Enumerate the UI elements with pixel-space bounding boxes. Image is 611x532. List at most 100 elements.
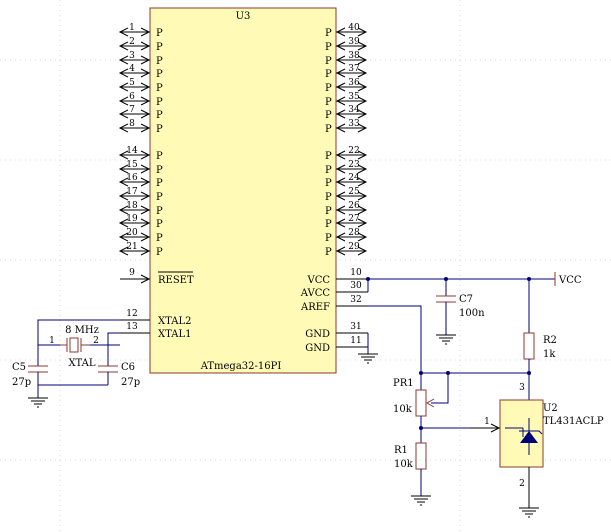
pin-left-number: 8 xyxy=(129,119,135,129)
pin-right-number: 25 xyxy=(348,187,360,197)
pin-right-number: 40 xyxy=(348,23,360,33)
pin-right-number: 28 xyxy=(348,228,360,238)
pin-left-number: 17 xyxy=(126,187,138,197)
vcc-port-label: VCC xyxy=(558,275,582,286)
pin-vcc-label: VCC xyxy=(306,275,330,286)
pin-left-port-label: P xyxy=(156,233,163,244)
r1-body[interactable] xyxy=(415,442,427,470)
pin-right-port-label: P xyxy=(325,219,332,230)
r1-designator: R1 xyxy=(394,445,408,456)
ic-u3[interactable]: U3 ATmega32-16PI 1 P 2 P 3 P 4 P 5 P 6 P 7 P 8 P 14 P 15 P 1… xyxy=(118,7,368,374)
crystal-body[interactable] xyxy=(69,337,79,353)
crystal-name: XTAL xyxy=(68,358,95,369)
pin-right-port-label: P xyxy=(325,28,332,39)
resistor-r1[interactable]: R1 10k xyxy=(394,428,431,506)
pin-xtal2-label: XTAL2 xyxy=(158,316,191,327)
pin-right-port-label: P xyxy=(325,192,332,203)
wire-xtal1 xyxy=(107,332,120,345)
ground-symbol-u2 xyxy=(519,507,539,518)
pin-left-port-label: P xyxy=(156,247,163,258)
ground-symbol-c7 xyxy=(436,334,456,345)
ic-u2[interactable]: 1 3 2 U2 TL431ACLP xyxy=(470,383,604,518)
pin-right-number: 29 xyxy=(348,242,360,252)
pin-aref-label: AREF xyxy=(300,302,330,313)
pin-left-port-label: P xyxy=(156,69,163,80)
c7-value: 100n xyxy=(459,308,485,319)
pin-left-port-label: P xyxy=(156,83,163,94)
r1-value: 10k xyxy=(394,459,414,470)
pin-left-number: 6 xyxy=(129,92,135,102)
pin-right-port-label: P xyxy=(325,110,332,121)
pin-left-number: 19 xyxy=(126,214,138,224)
pin-left-port-label: P xyxy=(156,28,163,39)
pin-right-port-label: P xyxy=(325,56,332,67)
ground-symbol-r1 xyxy=(411,495,431,506)
pin-xtal2-number: 12 xyxy=(126,309,137,319)
pin-right-number: 37 xyxy=(348,64,360,74)
potentiometer-pr1[interactable]: PR1 10k xyxy=(393,373,449,428)
pin-vcc-number: 10 xyxy=(350,268,362,278)
power-rail: VCC xyxy=(366,272,582,292)
ic-u3-part-name: ATmega32-16PI xyxy=(200,361,282,372)
ic-u3-designator: U3 xyxy=(236,11,251,22)
pin-reset-number: 9 xyxy=(129,268,135,278)
pin-left-number: 21 xyxy=(126,242,137,252)
pin-left-number: 18 xyxy=(126,201,138,211)
capacitor-c7[interactable]: C7 100n xyxy=(436,279,485,345)
crystal-pin1: 1 xyxy=(49,336,55,346)
pin-left-port-label: P xyxy=(156,110,163,121)
u2-part-name: TL431ACLP xyxy=(543,416,604,427)
pin-gnd1-number: 31 xyxy=(350,322,361,332)
pin-right-port-label: P xyxy=(325,233,332,244)
pin-avcc-label: AVCC xyxy=(300,288,331,299)
pin-left-number: 20 xyxy=(126,228,138,238)
pin-left-port-label: P xyxy=(156,178,163,189)
u2-pin1-number: 1 xyxy=(484,417,490,427)
pin-right-port-label: P xyxy=(325,42,332,53)
c6-value: 27p xyxy=(121,377,140,388)
pin-right-number: 39 xyxy=(348,37,360,47)
pin-reset-label: RESET xyxy=(158,275,194,286)
ground-symbol-crystal xyxy=(28,397,48,408)
pin-right-number: 34 xyxy=(348,105,360,115)
pin-xtal1-label: XTAL1 xyxy=(158,329,191,340)
c5-value: 27p xyxy=(12,377,31,388)
crystal-frequency: 8 MHz xyxy=(65,325,99,336)
pin-aref-number: 32 xyxy=(350,295,361,305)
schematic-canvas: U3 ATmega32-16PI 1 P 2 P 3 P 4 P 5 P 6 P 7 P 8 P 14 P 15 P 1… xyxy=(0,0,611,532)
pin-avcc-number: 30 xyxy=(350,281,362,291)
pin-right-number: 35 xyxy=(348,92,360,102)
pin-right-number: 24 xyxy=(348,173,360,183)
pin-left-number: 1 xyxy=(129,23,135,33)
pin-right-port-label: P xyxy=(325,247,332,258)
crystal-pin2: 2 xyxy=(93,336,99,346)
pr1-wiper-wire xyxy=(431,373,449,404)
pin-left-port-label: P xyxy=(156,192,163,203)
pin-right-number: 38 xyxy=(348,51,360,61)
pin-right-port-label: P xyxy=(325,165,332,176)
pin-right-port-label: P xyxy=(325,69,332,80)
pin-left-number: 2 xyxy=(129,37,135,47)
pin-right-number: 22 xyxy=(348,146,359,156)
ic-u2-body[interactable] xyxy=(499,399,544,468)
pin-left-number: 7 xyxy=(129,105,135,115)
pin-left-number: 16 xyxy=(126,173,138,183)
pin-gnd1-label: GND xyxy=(305,329,330,340)
pin-left-port-label: P xyxy=(156,56,163,67)
pin-left-port-label: P xyxy=(156,97,163,108)
pin-left-number: 14 xyxy=(126,146,138,156)
pin-left-number: 15 xyxy=(126,160,138,170)
pin-left-port-label: P xyxy=(156,124,163,135)
pr1-body[interactable] xyxy=(415,389,427,417)
u2-pin3-number: 3 xyxy=(519,383,525,393)
pin-left-number: 4 xyxy=(129,64,135,74)
pin-left-port-label: P xyxy=(156,219,163,230)
resistor-r2[interactable]: R2 1k xyxy=(523,279,557,400)
ground-symbol-u3 xyxy=(358,353,378,364)
r2-designator: R2 xyxy=(543,335,557,346)
pin-xtal1-number: 13 xyxy=(126,322,138,332)
c6-designator: C6 xyxy=(121,362,135,373)
r2-value: 1k xyxy=(543,349,556,360)
r2-body[interactable] xyxy=(523,332,535,360)
pr1-designator: PR1 xyxy=(393,378,414,389)
